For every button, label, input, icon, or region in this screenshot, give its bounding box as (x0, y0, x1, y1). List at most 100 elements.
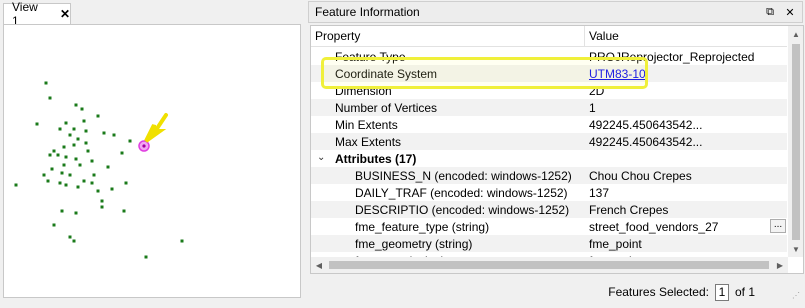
map-point[interactable] (58, 127, 62, 131)
map-point[interactable] (80, 107, 84, 111)
close-icon[interactable]: ✕ (60, 8, 70, 20)
map-point[interactable] (56, 153, 60, 157)
map-point[interactable] (100, 205, 104, 209)
map-point[interactable] (180, 239, 184, 243)
map-point[interactable] (46, 179, 50, 183)
map-point[interactable] (60, 171, 64, 175)
scroll-thumb-horizontal[interactable] (329, 261, 769, 269)
map-point[interactable] (100, 199, 104, 203)
table-row[interactable]: Min Extents 492245.450643542... (311, 116, 787, 133)
scroll-right-icon[interactable]: ▶ (772, 257, 788, 273)
map-point[interactable] (74, 211, 78, 215)
property-label: DAILY_TRAF (encoded: windows-1252) (355, 185, 568, 200)
selected-map-point-center (142, 144, 146, 148)
map-point[interactable] (124, 181, 128, 185)
map-points-layer[interactable] (4, 25, 300, 297)
chevron-down-icon[interactable]: ⌄ (317, 152, 325, 163)
close-panel-icon[interactable]: ✕ (782, 4, 798, 20)
map-point[interactable] (68, 235, 72, 239)
map-point[interactable] (96, 189, 100, 193)
selected-page-input[interactable]: 1 (714, 283, 729, 301)
property-label: DESCRIPTIO (encoded: windows-1252) (355, 202, 570, 217)
property-value: 492245.450643542... (589, 117, 703, 132)
table-row[interactable]: Max Extents 492245.450643542... (311, 133, 787, 150)
map-point[interactable] (102, 131, 106, 135)
map-point[interactable] (74, 157, 78, 161)
arrow-annotation-icon (144, 113, 168, 143)
map-point[interactable] (68, 133, 72, 137)
table-group-row[interactable]: ⌄ Attributes (17) (311, 150, 787, 167)
scroll-thumb[interactable] (792, 44, 800, 240)
table-row[interactable]: fme_geometry (string) fme_point (311, 235, 787, 252)
map-point[interactable] (68, 173, 72, 177)
map-point[interactable] (48, 96, 52, 100)
map-point[interactable] (84, 129, 88, 133)
map-point[interactable] (106, 165, 110, 169)
map-point[interactable] (72, 239, 76, 243)
map-point[interactable] (144, 255, 148, 259)
table-row[interactable]: DESCRIPTIO (encoded: windows-1252) French… (311, 201, 787, 218)
map-point[interactable] (90, 181, 94, 185)
map-point[interactable] (50, 167, 54, 171)
scroll-left-icon[interactable]: ◀ (311, 257, 327, 273)
feature-information-panel: Feature Information ⧉ ✕ Property Value F… (308, 0, 805, 308)
map-point[interactable] (64, 155, 68, 159)
resize-grip-icon[interactable]: ⋰ (792, 291, 802, 301)
map-point[interactable] (110, 187, 114, 191)
value-cell: street_food_vendors_27... (587, 218, 787, 235)
table-row[interactable]: fme_feature_type (string) street_food_ven… (311, 218, 787, 235)
map-point[interactable] (112, 133, 116, 137)
map-point[interactable] (64, 121, 68, 125)
map-view-canvas[interactable] (3, 24, 301, 298)
map-point[interactable] (58, 181, 62, 185)
map-point[interactable] (14, 183, 18, 187)
property-cell: DAILY_TRAF (encoded: windows-1252) (311, 184, 587, 201)
tab-view-1[interactable]: View 1 ✕ (3, 0, 71, 28)
map-point[interactable] (48, 153, 52, 157)
map-point[interactable] (128, 139, 132, 143)
map-point[interactable] (82, 119, 86, 123)
map-point[interactable] (86, 149, 90, 153)
map-point[interactable] (90, 159, 94, 163)
map-point[interactable] (72, 143, 76, 147)
more-button[interactable]: ... (770, 219, 786, 233)
map-point[interactable] (42, 173, 46, 177)
map-point[interactable] (122, 209, 126, 213)
map-point[interactable] (64, 183, 68, 187)
map-point[interactable] (74, 103, 78, 107)
vertical-scrollbar[interactable]: ▲ ▼ (788, 26, 803, 257)
column-header-property[interactable]: Property (311, 26, 585, 46)
map-point[interactable] (52, 223, 56, 227)
scroll-up-icon[interactable]: ▲ (788, 26, 803, 42)
property-value: French Crepes (589, 202, 669, 217)
map-point[interactable] (82, 179, 86, 183)
map-point[interactable] (62, 145, 66, 149)
map-point[interactable] (76, 137, 80, 141)
value-cell: French Crepes (587, 201, 787, 218)
column-header-value[interactable]: Value (585, 26, 619, 46)
map-point[interactable] (52, 149, 56, 153)
map-point[interactable] (35, 122, 39, 126)
map-point[interactable] (84, 141, 88, 145)
value-cell (587, 150, 787, 167)
map-point[interactable] (92, 173, 96, 177)
property-cell: fme_feature_type (string) (311, 218, 587, 235)
map-point[interactable] (76, 185, 80, 189)
property-value: fme_point (589, 236, 642, 251)
map-point[interactable] (120, 151, 124, 155)
map-point[interactable] (60, 209, 64, 213)
map-point[interactable] (62, 163, 66, 167)
map-point[interactable] (78, 163, 82, 167)
scroll-down-icon[interactable]: ▼ (788, 241, 803, 257)
map-point[interactable] (44, 81, 48, 85)
property-label: Attributes (17) (335, 151, 417, 166)
table-row[interactable]: Number of Vertices 1 (311, 99, 787, 116)
map-point[interactable] (72, 127, 76, 131)
table-row[interactable]: BUSINESS_N (encoded: windows-1252) Chou C… (311, 167, 787, 184)
map-point[interactable] (96, 114, 100, 118)
float-panel-icon[interactable]: ⧉ (762, 4, 778, 20)
table-row[interactable]: DAILY_TRAF (encoded: windows-1252) 137 (311, 184, 787, 201)
property-cell: Number of Vertices (311, 99, 587, 116)
horizontal-scrollbar[interactable]: ◀ ▶ (311, 257, 788, 273)
property-label: Min Extents (335, 117, 398, 132)
